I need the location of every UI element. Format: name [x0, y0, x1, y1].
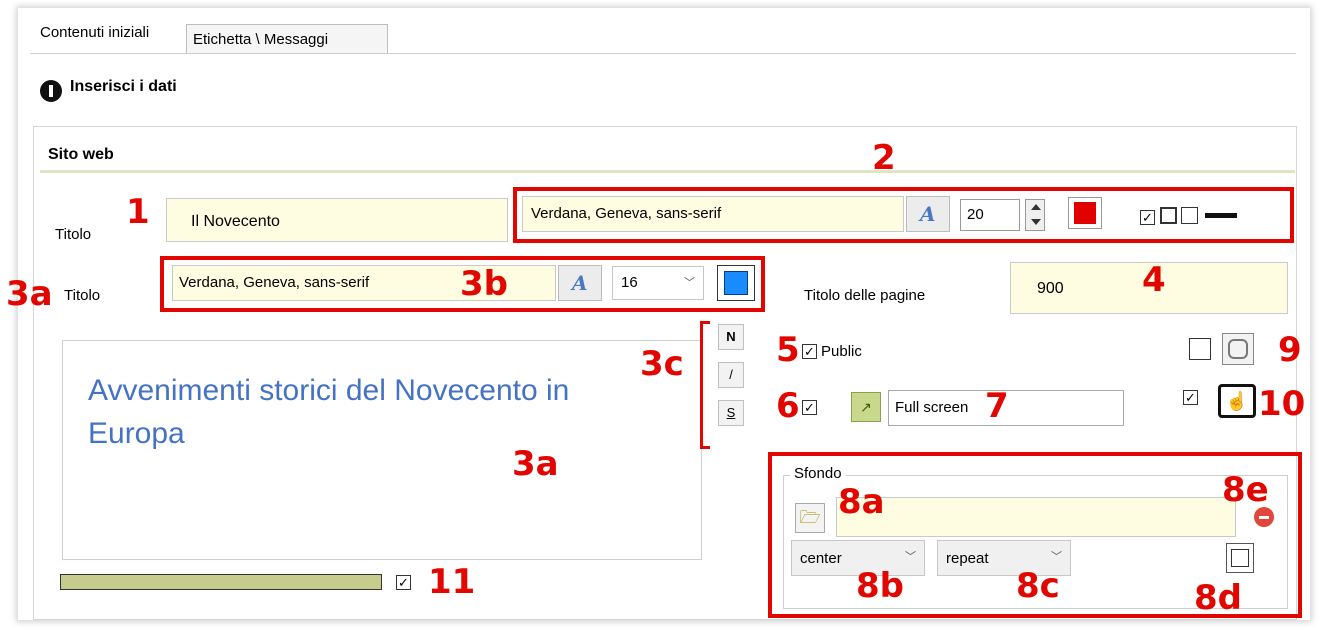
accent-color-bar[interactable]	[60, 574, 382, 590]
annotation-2: 2	[872, 138, 896, 178]
background-image-input[interactable]	[836, 497, 1236, 537]
title-shadow-option-icon[interactable]	[1181, 207, 1198, 224]
annotation-3b: 3b	[460, 264, 508, 304]
annotation-3a-preview: 3a	[512, 444, 559, 484]
title-font-input[interactable]: Verdana, Geneva, sans-serif	[522, 196, 904, 232]
underline-button[interactable]: S	[718, 400, 744, 426]
folder-open-icon[interactable]: 🗁	[795, 503, 825, 533]
group-title: Sito web	[48, 146, 114, 163]
rounded-corners-button[interactable]	[1222, 333, 1254, 365]
chevron-down-icon: ﹀	[905, 551, 916, 563]
annotation-10: 10	[1258, 384, 1306, 424]
annotation-5: 5	[776, 330, 800, 370]
title-option-checkbox[interactable]: ✓	[1140, 210, 1155, 225]
subtitle-color-button[interactable]	[717, 265, 755, 301]
annotation-8c: 8c	[1016, 566, 1060, 606]
chevron-down-icon: ﹀	[684, 277, 695, 289]
annotation-8d: 8d	[1194, 578, 1242, 618]
annotation-3a-left: 3a	[6, 274, 53, 314]
annotation-11: 11	[428, 562, 476, 602]
subtitle-font-picker-button[interactable]: A	[558, 265, 602, 301]
title-size-stepper[interactable]	[1025, 199, 1045, 231]
title-color-swatch	[1074, 202, 1096, 224]
step-number-icon	[40, 80, 62, 102]
pages-title-label: Titolo delle pagine	[804, 287, 926, 304]
annotation-9: 9	[1278, 330, 1302, 370]
annotation-8e: 8e	[1222, 470, 1269, 510]
annotation-7: 7	[985, 386, 1009, 426]
background-fixed-button[interactable]	[1226, 543, 1254, 573]
cursor-button[interactable]: ☝	[1218, 384, 1256, 418]
annotation-bracket-3c	[700, 321, 710, 449]
italic-button[interactable]: /	[718, 362, 744, 388]
annotation-6: 6	[776, 386, 800, 426]
annotation-1: 1	[126, 192, 150, 232]
step-title: Inserisci i dati	[70, 78, 177, 95]
public-checkbox[interactable]: ✓	[802, 344, 817, 359]
tab-contenuti-iniziali[interactable]: Contenuti iniziali	[34, 18, 156, 54]
group-title-underline	[40, 170, 1295, 173]
title-size-input[interactable]: 20	[960, 199, 1020, 231]
public-label: Public	[821, 343, 862, 360]
subtitle-color-swatch	[724, 271, 748, 295]
chevron-down-icon: ﹀	[1051, 551, 1062, 563]
annotation-4: 4	[1142, 260, 1166, 300]
accent-bar-checkbox[interactable]: ✓	[396, 575, 411, 590]
title-preview-text: Avvenimenti storici del Novecento in Eur…	[88, 374, 570, 450]
title-line-option-icon[interactable]	[1205, 213, 1237, 218]
annotation-3c: 3c	[640, 344, 684, 384]
option-9-checkbox[interactable]	[1189, 338, 1211, 360]
stepper-up-icon	[1031, 204, 1041, 210]
site-title-input[interactable]: Il Novecento	[166, 198, 508, 242]
tab-divider	[30, 53, 1296, 54]
remove-icon[interactable]	[1254, 507, 1274, 527]
bold-button[interactable]: N	[718, 324, 744, 350]
font-picker-icon: A	[920, 202, 936, 226]
title-font-picker-button[interactable]: A	[906, 196, 950, 232]
annotation-8a: 8a	[838, 482, 885, 522]
subtitle-label: Titolo	[64, 287, 101, 304]
remove-icon-bar	[1259, 516, 1269, 519]
subtitle-size-value: 16	[621, 274, 638, 291]
annotation-8b: 8b	[856, 566, 904, 606]
title-label: Titolo	[55, 226, 92, 243]
tab-etichetta-messaggi[interactable]: Etichetta \ Messaggi	[186, 24, 388, 54]
fullscreen-checkbox[interactable]: ✓	[802, 400, 817, 415]
background-position-value: center	[800, 550, 842, 567]
rounded-square-icon	[1228, 339, 1248, 359]
background-repeat-value: repeat	[946, 550, 989, 567]
title-border-option-icon[interactable]	[1160, 207, 1177, 224]
option-10-checkbox[interactable]: ✓	[1183, 390, 1198, 405]
stepper-down-icon	[1031, 219, 1041, 225]
checkbox-square-icon	[1231, 549, 1249, 567]
font-picker-icon: A	[572, 271, 588, 295]
subtitle-size-select[interactable]: 16 ﹀	[612, 266, 704, 300]
external-link-icon[interactable]: ↗	[851, 392, 881, 422]
background-group-title: Sfondo	[790, 465, 846, 482]
title-color-button[interactable]	[1068, 197, 1102, 229]
